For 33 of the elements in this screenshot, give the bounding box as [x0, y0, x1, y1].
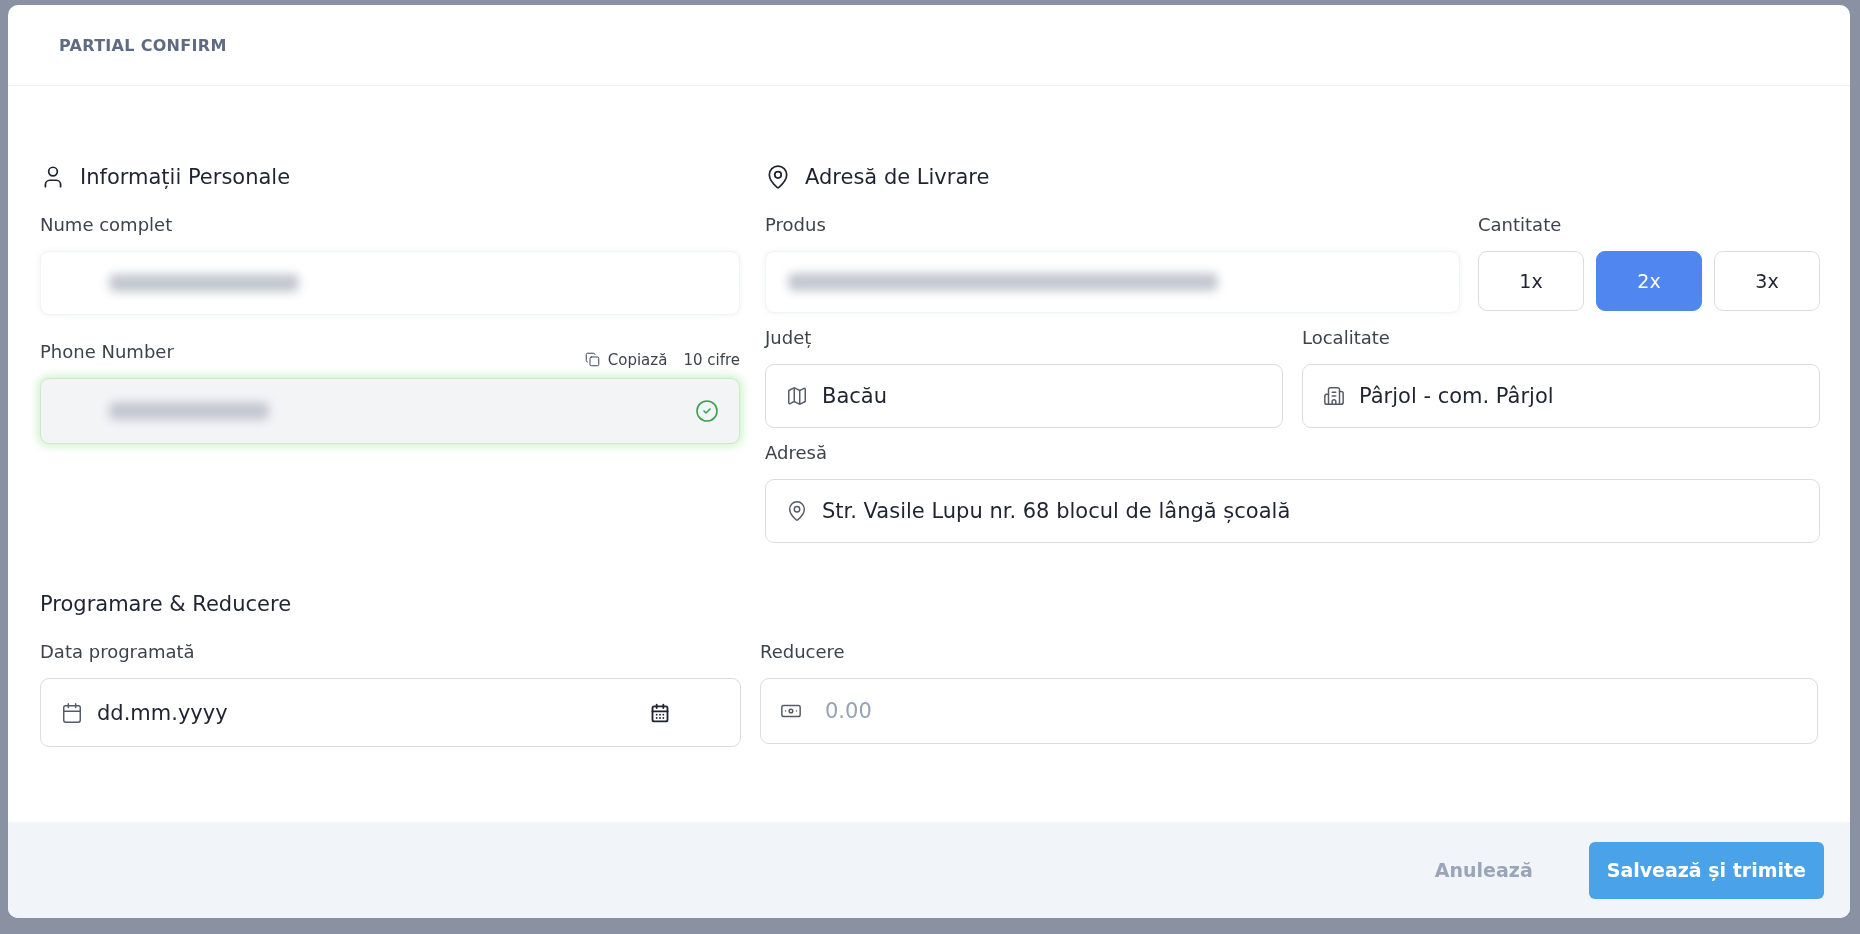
copy-link[interactable]: Copiază	[607, 350, 668, 369]
section-heading: Informații Personale	[80, 165, 291, 189]
section-heading: Adresă de Livrare	[805, 165, 990, 189]
building-icon	[1323, 385, 1345, 407]
phone-field[interactable]	[40, 378, 740, 444]
digit-count: 10 cifre	[683, 350, 740, 369]
location-pin-icon	[786, 500, 808, 522]
field-label: Phone Number	[40, 341, 174, 364]
dialog-title: PARTIAL CONFIRM	[59, 35, 227, 55]
product-field[interactable]	[765, 251, 1460, 313]
map-icon	[786, 385, 808, 407]
field-label: Cantitate	[1478, 214, 1563, 237]
field-label: Județ	[765, 327, 813, 350]
address-field[interactable]: Str. Vasile Lupu nr. 68 blocul de lângă școală	[765, 479, 1820, 543]
calendar-icon	[61, 701, 83, 724]
copy-icon[interactable]	[584, 352, 600, 367]
locality-field[interactable]: Pârjol - com. Pârjol	[1302, 364, 1820, 428]
date-field[interactable]: dd.mm.yyyy	[40, 678, 741, 747]
field-label: Localitate	[1302, 327, 1391, 350]
section-heading: Programare & Reducere	[40, 592, 292, 616]
field-label: Reducere	[760, 641, 846, 664]
field-label: Produs	[765, 214, 827, 237]
discount-field[interactable]: 0.00	[760, 678, 1818, 744]
quantity-button[interactable]: 2x	[1596, 251, 1702, 311]
field-label: Data programată	[40, 641, 196, 664]
check-icon	[695, 399, 719, 423]
quantity-button[interactable]: 1x	[1478, 251, 1584, 311]
county-field[interactable]: Bacău	[765, 364, 1283, 428]
quantity-button[interactable]: 3x	[1714, 251, 1820, 311]
field-label: Nume complet	[40, 214, 174, 237]
name-field[interactable]	[40, 251, 740, 315]
field-label: Adresă	[765, 442, 828, 465]
calendar-picker-icon[interactable]	[650, 702, 670, 723]
